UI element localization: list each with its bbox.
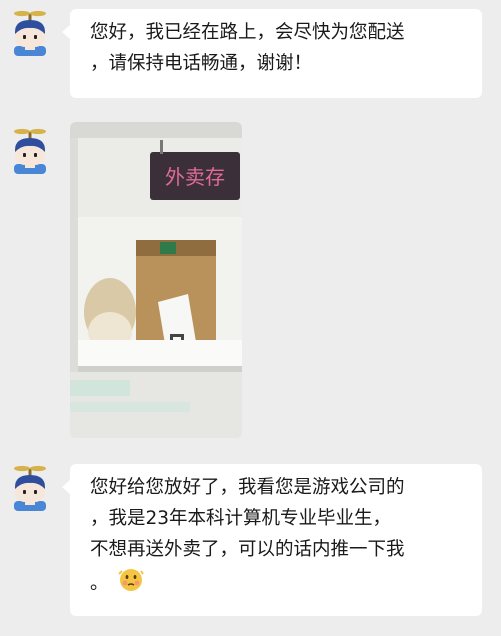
delivery-shelf-photo: 外卖存 <box>70 122 242 438</box>
shy-face-emoji-icon <box>117 565 145 603</box>
sign-text: 外卖存 <box>165 165 225 189</box>
propeller-boy-avatar-icon <box>14 465 46 511</box>
message-bubble[interactable]: 您好，我已经在路上，会尽快为您配送 ，请保持电话畅通，谢谢！ <box>62 9 482 98</box>
message-photo[interactable]: 外卖存 <box>70 122 242 438</box>
message-text-end: 。 <box>90 573 109 594</box>
avatar[interactable] <box>12 10 48 56</box>
message-bubble[interactable]: 您好给您放好了，我看您是游戏公司的 ，我是23年本科计算机专业毕业生， 不想再送… <box>62 464 482 616</box>
message-text-line: ，请保持电话畅通，谢谢！ <box>90 53 313 74</box>
message-text-line: 您好给您放好了，我看您是游戏公司的 <box>90 477 405 498</box>
propeller-boy-avatar-icon <box>14 128 46 174</box>
propeller-boy-avatar-icon <box>14 10 46 56</box>
message-text-line: 不想再送外卖了，可以的话内推一下我 <box>90 539 405 560</box>
avatar[interactable] <box>12 128 48 174</box>
avatar[interactable] <box>12 465 48 511</box>
message-text-line: 。 <box>90 565 466 603</box>
message-text-line: 您好，我已经在路上，会尽快为您配送 <box>90 22 405 43</box>
message-text-line: ，我是23年本科计算机专业毕业生， <box>90 508 392 529</box>
